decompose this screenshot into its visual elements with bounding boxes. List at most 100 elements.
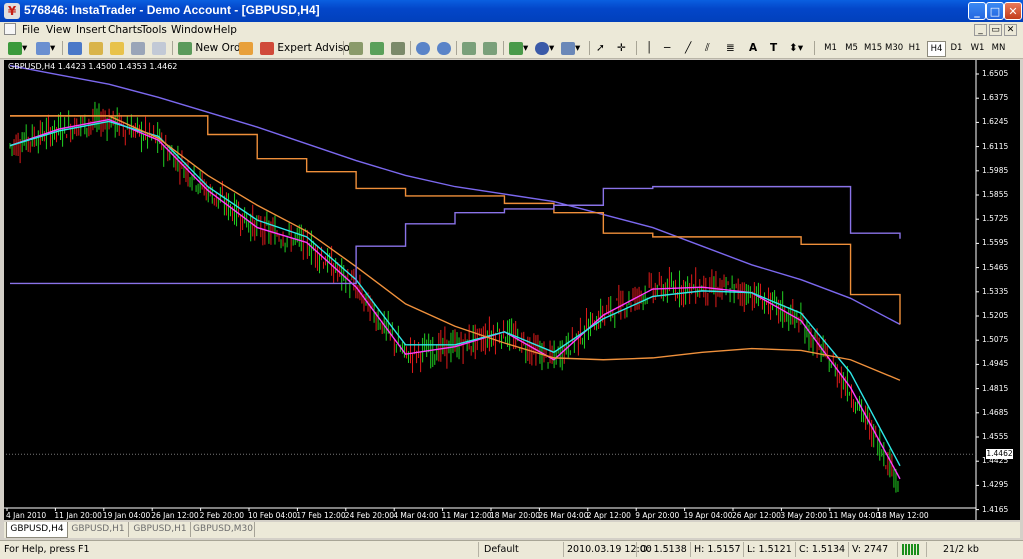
profiles-button[interactable]: ▾ <box>36 40 55 56</box>
price-tick-label: 1.4815 <box>982 383 1009 393</box>
chart-shift-icon <box>483 41 497 55</box>
time-tick-label: 10 Feb 04:00 <box>248 511 298 520</box>
menu-tools[interactable]: Tools <box>141 24 167 36</box>
chart-window[interactable]: GBPUSD,H4 1.4423 1.4500 1.4353 1.4462 1.… <box>4 60 1020 520</box>
zoom-out-button[interactable] <box>437 40 451 56</box>
chart-close-button[interactable]: ✕ <box>1004 24 1017 36</box>
price-tick-label: 1.5205 <box>982 311 1009 320</box>
zoom-in-icon <box>416 41 430 55</box>
text-tool-button[interactable]: A <box>749 40 757 56</box>
indicators-button[interactable]: ▾ <box>509 40 528 56</box>
status-low: L: 1.5121 <box>747 544 792 555</box>
status-bar: For Help, press F1 Default 2010.03.19 12… <box>0 540 1023 559</box>
horizontal-line-icon: ─ <box>664 42 671 54</box>
cursor-tool-button[interactable]: ➚ <box>596 40 605 56</box>
expert-advisors-label: Expert Advisors <box>277 42 360 54</box>
tab-gbpusd-h1-second[interactable]: GBPUSD,H1 <box>130 522 191 537</box>
time-tick-label: 11 Jan 20:00 <box>54 511 102 520</box>
metaeditor-button[interactable] <box>239 40 253 56</box>
price-tick-label: 1.5465 <box>982 262 1009 272</box>
expert-advisors-button[interactable]: Expert Advisors <box>260 40 360 56</box>
menu-insert[interactable]: Insert <box>76 24 106 36</box>
tab-gbpusd-h1[interactable]: GBPUSD,H1 <box>68 522 129 537</box>
chart-header: GBPUSD,H4 1.4423 1.4500 1.4353 1.4462 <box>8 62 178 71</box>
templates-button[interactable]: ▾ <box>561 40 580 56</box>
time-tick-label: 11 Mar 12:00 <box>441 511 492 520</box>
price-tick-label: 1.4295 <box>982 480 1009 490</box>
time-tick-label: 18 May 12:00 <box>877 511 929 520</box>
equidistant-channel-button[interactable]: ⫽ <box>705 40 710 56</box>
crosshair-tool-button[interactable]: ✛ <box>617 40 626 56</box>
tab-gbpusd-m30[interactable]: GBPUSD,M30 <box>192 522 255 537</box>
candlestick-icon <box>370 41 384 55</box>
timeframe-m1-button[interactable]: M1 <box>822 41 839 55</box>
price-tick-label: 1.6505 <box>982 69 1009 78</box>
trendline-button[interactable]: ╱ <box>685 40 691 56</box>
timeframe-h1-button[interactable]: H1 <box>906 41 923 55</box>
menu-help[interactable]: Help <box>213 24 237 36</box>
menu-view[interactable]: View <box>46 24 71 36</box>
navigator-icon <box>110 41 124 55</box>
arrows-button[interactable]: ⬍▾ <box>789 40 803 56</box>
timeframe-h4-button[interactable]: H4 <box>927 41 946 57</box>
autoscroll-button[interactable] <box>462 40 476 56</box>
arrows-icon: ⬍ <box>789 42 798 54</box>
tab-gbpusd-h4[interactable]: GBPUSD,H4 <box>6 522 68 538</box>
chart-minimize-button[interactable]: _ <box>974 24 987 36</box>
periods-button[interactable]: ▾ <box>535 40 554 56</box>
timeframe-m30-button[interactable]: M30 <box>885 41 903 55</box>
timeframe-d1-button[interactable]: D1 <box>948 41 965 55</box>
app-icon[interactable]: ¥ <box>4 3 20 19</box>
price-tick-label: 1.4685 <box>982 407 1009 417</box>
menu-file[interactable]: File <box>22 24 40 36</box>
mid-ma-line <box>9 120 901 467</box>
line-chart-button[interactable] <box>391 40 405 56</box>
status-help-text: For Help, press F1 <box>4 544 90 555</box>
time-tick-label: 9 Apr 20:00 <box>635 511 680 520</box>
timeframe-mn-button[interactable]: MN <box>990 41 1007 55</box>
expert-advisors-icon <box>260 41 274 55</box>
minimize-button[interactable]: _ <box>968 2 986 20</box>
data-window-button[interactable] <box>89 40 103 56</box>
price-tick-label: 1.5595 <box>982 238 1009 248</box>
vertical-line-button[interactable]: │ <box>646 40 652 56</box>
text-label-tool-button[interactable]: T <box>770 40 777 56</box>
market-watch-button[interactable] <box>68 40 82 56</box>
terminal-button[interactable] <box>131 40 145 56</box>
chart-system-menu-icon[interactable] <box>4 23 16 35</box>
horizontal-line-button[interactable]: ─ <box>664 40 670 56</box>
new-chart-button[interactable]: ▾ <box>8 40 27 56</box>
status-open: O: 1.5138 <box>640 544 687 555</box>
chart-canvas[interactable] <box>4 60 1020 520</box>
price-tick-label: 1.5075 <box>982 335 1009 345</box>
channel-icon: ⫽ <box>705 42 710 54</box>
zoom-in-button[interactable] <box>416 40 430 56</box>
zoom-out-icon <box>437 41 451 55</box>
time-tick-label: 4 Jan 2010 <box>6 511 47 520</box>
time-tick-label: 3 May 20:00 <box>780 511 828 520</box>
timeframe-m15-button[interactable]: M15 <box>864 41 882 55</box>
chart-restore-button[interactable]: ▭ <box>989 24 1002 36</box>
title-bar: ¥ 576846: InstaTrader - Demo Account - [… <box>0 0 1023 22</box>
price-tick-label: 1.5855 <box>982 190 1009 199</box>
time-tick-label: 26 Apr 12:00 <box>732 511 781 520</box>
bar-chart-button[interactable] <box>349 40 363 56</box>
price-tick-label: 1.6115 <box>982 141 1009 151</box>
metaeditor-icon <box>239 41 253 55</box>
maximize-button[interactable]: □ <box>986 2 1004 20</box>
close-button[interactable]: ✕ <box>1004 2 1022 20</box>
chart-shift-button[interactable] <box>483 40 497 56</box>
price-tick-label: 1.6375 <box>982 93 1009 103</box>
time-tick-label: 26 Jan 12:00 <box>151 511 199 520</box>
navigator-button[interactable] <box>110 40 124 56</box>
tester-button[interactable] <box>152 40 166 56</box>
vertical-line-icon: │ <box>646 42 653 54</box>
price-tick-label: 1.5335 <box>982 286 1009 296</box>
timeframe-w1-button[interactable]: W1 <box>969 41 986 55</box>
fibonacci-button[interactable]: ≣ <box>726 40 735 56</box>
menu-charts[interactable]: Charts <box>108 24 142 36</box>
timeframe-m5-button[interactable]: M5 <box>843 41 860 55</box>
market-watch-icon <box>68 41 82 55</box>
menu-window[interactable]: Window <box>171 24 212 36</box>
candlestick-button[interactable] <box>370 40 384 56</box>
